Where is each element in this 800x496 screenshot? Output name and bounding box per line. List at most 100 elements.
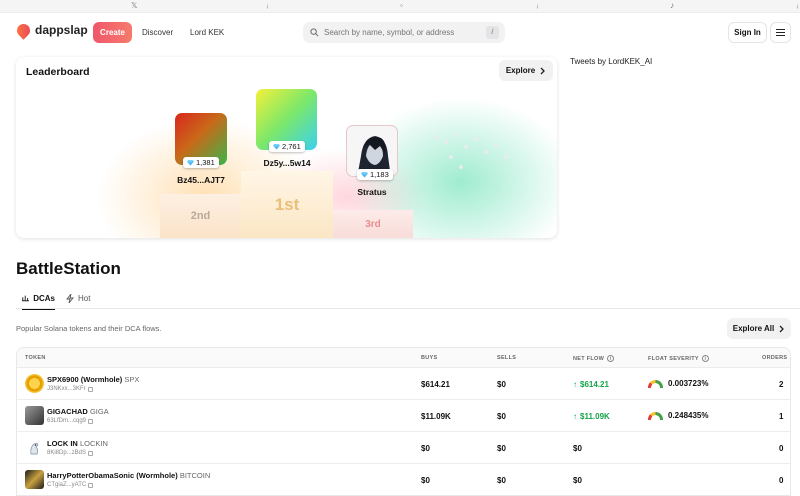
leaderboard-title: Leaderboard — [26, 66, 90, 78]
player-name-third[interactable]: Stratus — [327, 187, 417, 197]
copy-icon — [88, 482, 94, 488]
tweets-label[interactable]: Tweets by LordKEK_AI — [570, 57, 652, 66]
arrow-up-icon: ↑ — [573, 380, 577, 389]
arrow-up-icon: ↑ — [573, 412, 577, 421]
orders-value: 0 — [779, 476, 784, 485]
col-float-severity[interactable]: FLOAT SEVERITY i — [648, 355, 709, 362]
chevron-right-icon — [540, 67, 546, 74]
explore-all-label: Explore All — [732, 324, 775, 333]
strip-item: ᵢ — [797, 1, 799, 10]
section-title: BattleStation — [16, 259, 121, 278]
token-name: GIGACHAD GIGA — [47, 407, 109, 416]
header: dappslap Create Discover Lord KEK / Sign… — [0, 13, 800, 51]
nav-lord-kek[interactable]: Lord KEK — [190, 28, 224, 37]
buys-value: $0 — [421, 476, 430, 485]
chart-icon — [22, 295, 30, 302]
gem-icon — [187, 159, 194, 166]
world-map-decoration — [434, 133, 508, 169]
table-row[interactable]: GIGACHAD GIGA 63LfDm...cqg9 $11.09K $0 ↑… — [17, 400, 790, 432]
podium-second: 2nd — [160, 194, 241, 238]
menu-button[interactable] — [770, 22, 791, 43]
gem-icon — [361, 171, 368, 178]
net-flow-value: ↑ $11.09K — [573, 412, 610, 421]
float-severity: 0.248435% — [648, 411, 708, 420]
search-icon — [310, 28, 319, 37]
gem-icon — [273, 143, 280, 150]
token-address[interactable]: 63LfDm...cqg9 — [47, 418, 94, 424]
brand-name: dappslap — [35, 23, 88, 37]
sells-value: $0 — [497, 444, 506, 453]
x-icon[interactable]: 𝕏 — [131, 1, 137, 10]
logo[interactable]: dappslap — [14, 20, 88, 40]
token-address[interactable]: 8Ki8Dp...zBdS — [47, 450, 94, 456]
player-name-first[interactable]: Dz5y...5w14 — [242, 158, 332, 168]
table-row[interactable]: HarryPotterObamaSonic (Wormhole) BITCOIN… — [17, 464, 790, 495]
player-name-second[interactable]: Bz45...AJT7 — [156, 175, 246, 185]
orders-value: 0 — [779, 444, 784, 453]
score-badge-third: 1,183 — [357, 169, 393, 180]
col-sells[interactable]: SELLS — [497, 355, 516, 361]
orders-value: 2 — [779, 380, 784, 389]
score-badge-first: 2,761 — [269, 141, 305, 152]
token-icon-bitcoin — [25, 470, 44, 489]
create-button[interactable]: Create — [93, 22, 132, 43]
search-shortcut: / — [486, 26, 499, 39]
buys-value: $11.09K — [421, 412, 451, 421]
copy-icon — [88, 450, 94, 456]
podium-first: 1st — [241, 171, 333, 238]
search-input[interactable] — [324, 28, 479, 37]
podium-third: 3rd — [333, 210, 413, 238]
col-net-flow[interactable]: NET FLOW i — [573, 355, 615, 362]
buys-value: $614.21 — [421, 380, 450, 389]
net-flow-value: ↑ $614.21 — [573, 380, 609, 389]
sells-value: $0 — [497, 380, 506, 389]
search-bar[interactable]: / — [303, 22, 505, 43]
info-icon: i — [701, 355, 709, 362]
token-name: SPX6900 (Wormhole) SPX — [47, 375, 140, 384]
tab-hot[interactable]: Hot — [66, 287, 90, 309]
token-name: HarryPotterObamaSonic (Wormhole) BITCOIN — [47, 471, 211, 480]
top-strip: 𝕏 ᵢ ◦ ᵢ ♪ ᵢ — [0, 0, 800, 13]
token-icon-lockin — [25, 438, 44, 457]
token-icon-giga — [25, 406, 44, 425]
strip-item: ◦ — [400, 1, 403, 10]
hamburger-icon — [776, 28, 785, 30]
net-flow-value: $0 — [573, 476, 582, 485]
copy-icon — [88, 418, 94, 424]
sells-value: $0 — [497, 476, 506, 485]
leaderboard-card: Leaderboard Explore 1,381 Bz45...AJT7 2n… — [16, 57, 557, 238]
chevron-right-icon — [779, 325, 785, 332]
info-icon: i — [607, 355, 615, 362]
tab-bar: DCAs Hot — [16, 287, 800, 310]
orders-value: 1 — [779, 412, 784, 421]
col-token[interactable]: TOKEN — [25, 355, 46, 361]
float-severity: 0.003723% — [648, 379, 708, 388]
buys-value: $0 — [421, 444, 430, 453]
gauge-icon — [648, 379, 663, 388]
table-row[interactable]: SPX6900 (Wormhole) SPX J3NKxx...3KFr $61… — [17, 368, 790, 400]
token-name: LOCK IN LOCKIN — [47, 439, 108, 448]
explore-all-button[interactable]: Explore All — [727, 318, 791, 339]
token-icon-spx — [25, 374, 44, 393]
net-flow-value: $0 — [573, 444, 582, 453]
col-buys[interactable]: BUYS — [421, 355, 437, 361]
copy-icon — [87, 386, 93, 392]
sells-value: $0 — [497, 412, 506, 421]
sign-in-button[interactable]: Sign In — [728, 22, 767, 43]
nav-discover[interactable]: Discover — [142, 28, 173, 37]
token-address[interactable]: CTgiaZ...yATC — [47, 482, 94, 488]
brand-logo-icon — [14, 20, 33, 40]
table-header: TOKEN BUYS SELLS NET FLOW i FLOAT SEVERIT… — [17, 348, 790, 368]
col-orders[interactable]: ORDERS — [762, 355, 787, 361]
leaderboard-explore-button[interactable]: Explore — [499, 60, 553, 81]
strip-item: ᵢ — [537, 1, 539, 10]
lightning-icon — [66, 293, 74, 303]
tiktok-icon[interactable]: ♪ — [670, 1, 674, 10]
table-row[interactable]: LOCK IN LOCKIN 8Ki8Dp...zBdS $0 $0 $0 0 — [17, 432, 790, 464]
token-address[interactable]: J3NKxx...3KFr — [47, 386, 93, 392]
gauge-icon — [648, 411, 663, 420]
score-badge-second: 1,381 — [183, 157, 219, 168]
dca-table: TOKEN BUYS SELLS NET FLOW i FLOAT SEVERIT… — [16, 347, 791, 496]
tab-dcas[interactable]: DCAs — [22, 287, 55, 310]
section-subtitle: Popular Solana tokens and their DCA flow… — [16, 324, 162, 333]
